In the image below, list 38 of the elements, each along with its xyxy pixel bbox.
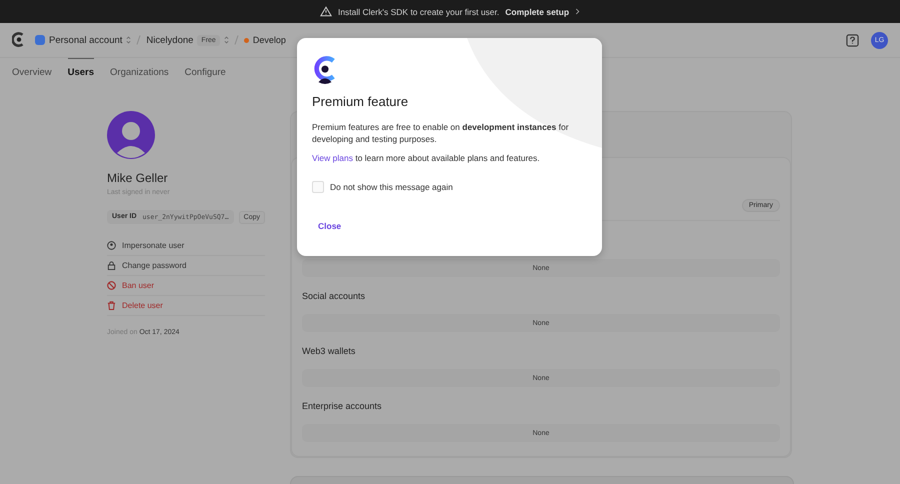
nav-tab[interactable]: Organizations bbox=[110, 66, 169, 78]
account-icon bbox=[35, 35, 45, 45]
close-button[interactable]: Close bbox=[312, 219, 348, 233]
section-title: Social accounts bbox=[302, 291, 366, 301]
dialog-text: Premium features are free to enable on development instances for developing and testing purposes. bbox=[312, 121, 570, 145]
user-action[interactable]: Impersonate user bbox=[107, 236, 265, 256]
logo-icon[interactable] bbox=[12, 32, 26, 48]
nav-tab[interactable]: Overview bbox=[12, 66, 52, 78]
view-plans-link[interactable]: View plans bbox=[312, 153, 353, 163]
user-action[interactable]: Delete user bbox=[107, 296, 265, 316]
lock-icon bbox=[107, 261, 116, 270]
checkbox-label: Do not show this message again bbox=[330, 182, 453, 192]
instance-switcher[interactable]: Develop bbox=[252, 35, 286, 45]
dialog-title: Premium feature bbox=[312, 94, 410, 109]
plans-text: to learn more about available plans and features. bbox=[355, 153, 540, 163]
account-switcher[interactable]: Personal account bbox=[35, 34, 132, 46]
user-name: Mike Geller bbox=[107, 171, 169, 185]
user-action[interactable]: Change password bbox=[107, 256, 265, 276]
banner-text: Install Clerk's SDK to create your first user. bbox=[338, 6, 500, 16]
person-icon bbox=[107, 241, 116, 250]
updown-icon bbox=[224, 36, 229, 44]
user-action[interactable]: Ban user bbox=[107, 276, 265, 296]
user-avatar-icon bbox=[107, 111, 155, 159]
slash-icon bbox=[136, 35, 142, 45]
warning-icon bbox=[320, 6, 332, 17]
trash-icon bbox=[107, 301, 116, 310]
chevron-right-icon bbox=[575, 8, 580, 15]
status-dot bbox=[244, 38, 249, 42]
help-icon[interactable] bbox=[846, 34, 859, 46]
nav-tab[interactable]: Users bbox=[68, 58, 94, 78]
ban-icon bbox=[107, 281, 116, 290]
slash-icon bbox=[234, 35, 239, 45]
nav-tab[interactable]: Configure bbox=[184, 66, 226, 78]
updown-icon bbox=[126, 36, 132, 44]
checkbox[interactable] bbox=[312, 181, 324, 193]
section-title: Enterprise accounts bbox=[302, 401, 383, 411]
complete-setup-link[interactable]: Complete setup bbox=[505, 6, 570, 16]
section-title: Web3 wallets bbox=[302, 346, 356, 356]
